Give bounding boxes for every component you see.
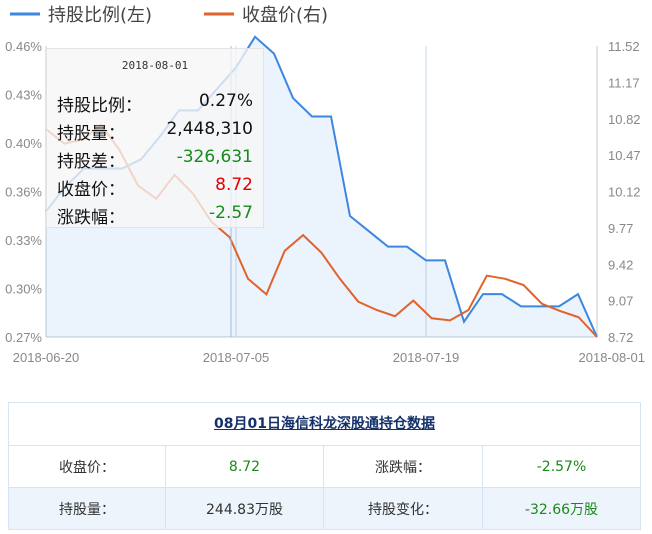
y-left-tick-label: 0.27% <box>5 330 42 345</box>
y-left-tick-label: 0.40% <box>5 136 42 151</box>
tooltip-date: 2018-08-01 <box>121 59 189 72</box>
holding-qty-label: 持股量： <box>9 488 166 529</box>
y-right-tick-label: 9.77 <box>608 221 633 236</box>
y-right-tick-label: 9.07 <box>608 294 633 309</box>
y-left-tick-label: 0.43% <box>5 88 42 103</box>
tooltip-value: -2.57 <box>209 203 253 223</box>
y-right-tick-label: 9.42 <box>608 257 633 272</box>
tooltip-row-diff: 持股差： -326,631 <box>57 147 253 173</box>
table-row: 持股量： 244.83万股 持股变化： -32.66万股 <box>9 488 640 529</box>
tooltip-value: 0.27% <box>198 91 253 111</box>
holding-change-label: 持股变化： <box>324 488 483 529</box>
y-left-tick-label: 0.30% <box>5 282 42 297</box>
change-pct-label: 涨跌幅： <box>324 446 483 487</box>
tooltip-row-close: 收盘价： 8.72 <box>57 175 253 201</box>
holding-change-value: -32.66万股 <box>524 501 599 518</box>
y-right-tick-label: 8.72 <box>608 330 633 345</box>
close-price-label: 收盘价： <box>9 446 166 487</box>
tooltip-label: 持股比例： <box>57 96 142 116</box>
holding-data-table: 08月01日海信科龙深股通持仓数据 收盘价： 8.72 涨跌幅： -2.57% … <box>8 402 641 530</box>
legend-label: 收盘价(右) <box>242 5 328 26</box>
tooltip-value: -326,631 <box>176 147 253 167</box>
y-right-tick-label: 11.17 <box>608 75 640 90</box>
x-tick-label: 2018-08-01 <box>579 350 646 365</box>
y-right-tick-label: 10.47 <box>608 148 641 163</box>
x-tick-label: 2018-07-05 <box>203 350 270 365</box>
tooltip-label: 持股差： <box>57 152 125 172</box>
tooltip-label: 收盘价： <box>57 180 125 200</box>
x-tick-label: 2018-07-19 <box>393 350 460 365</box>
x-tick-label: 2018-06-20 <box>13 350 80 365</box>
y-left-tick-label: 0.33% <box>5 233 42 248</box>
table-title-link[interactable]: 08月01日海信科龙深股通持仓数据 <box>9 403 640 446</box>
tooltip-row-change: 涨跌幅： -2.57 <box>57 203 253 229</box>
tooltip-value: 8.72 <box>215 175 253 195</box>
tooltip-label: 持股量： <box>57 124 125 144</box>
change-pct-value: -2.57% <box>536 458 587 475</box>
y-right-tick-label: 11.52 <box>608 39 640 54</box>
legend-label: 持股比例(左) <box>48 5 152 26</box>
tooltip-label: 涨跌幅： <box>57 208 125 228</box>
y-right-tick-label: 10.12 <box>608 185 641 200</box>
y-left-tick-label: 0.46% <box>5 39 42 54</box>
y-right-tick-label: 10.82 <box>608 112 641 127</box>
chart-tooltip: 2018-08-01 持股比例： 0.27% 持股量： 2,448,310 持股… <box>46 48 264 228</box>
tooltip-row-shares: 持股量： 2,448,310 <box>57 119 253 145</box>
holding-qty-value: 244.83万股 <box>166 488 324 529</box>
table-row: 收盘价： 8.72 涨跌幅： -2.57% <box>9 446 640 488</box>
y-left-tick-label: 0.36% <box>5 185 42 200</box>
close-price-value: 8.72 <box>166 446 324 487</box>
tooltip-row-ratio: 持股比例： 0.27% <box>57 91 253 117</box>
tooltip-value: 2,448,310 <box>166 119 253 139</box>
